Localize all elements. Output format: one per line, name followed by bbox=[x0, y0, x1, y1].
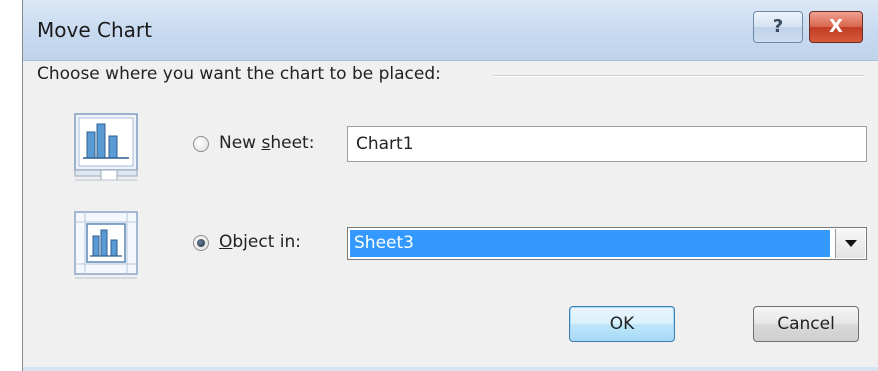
object-in-select[interactable]: Sheet3 bbox=[347, 227, 867, 260]
object-in-radio[interactable] bbox=[193, 235, 209, 251]
instruction-text: Choose where you want the chart to be pl… bbox=[37, 64, 441, 84]
separator-line bbox=[493, 75, 865, 77]
new-sheet-radio[interactable] bbox=[193, 136, 209, 152]
cancel-button[interactable]: Cancel bbox=[753, 306, 859, 342]
help-button[interactable]: ? bbox=[753, 11, 803, 43]
dialog-title: Move Chart bbox=[37, 18, 152, 42]
object-in-selected-value: Sheet3 bbox=[350, 230, 830, 257]
title-bar: Move Chart ? X bbox=[23, 0, 878, 61]
window-bottom-border bbox=[23, 367, 878, 371]
move-chart-dialog: Move Chart ? X Choose where you want the… bbox=[22, 0, 878, 371]
chevron-down-icon[interactable] bbox=[835, 229, 865, 258]
ok-button[interactable]: OK bbox=[569, 306, 675, 342]
new-sheet-label: New sheet: bbox=[219, 133, 315, 153]
new-sheet-name-input[interactable] bbox=[347, 126, 867, 162]
new-sheet-chart-icon bbox=[73, 112, 139, 186]
help-icon: ? bbox=[772, 16, 784, 37]
embedded-chart-icon bbox=[73, 210, 139, 284]
object-in-label: Object in: bbox=[219, 232, 302, 252]
close-icon: X bbox=[829, 16, 843, 37]
close-button[interactable]: X bbox=[809, 11, 863, 43]
